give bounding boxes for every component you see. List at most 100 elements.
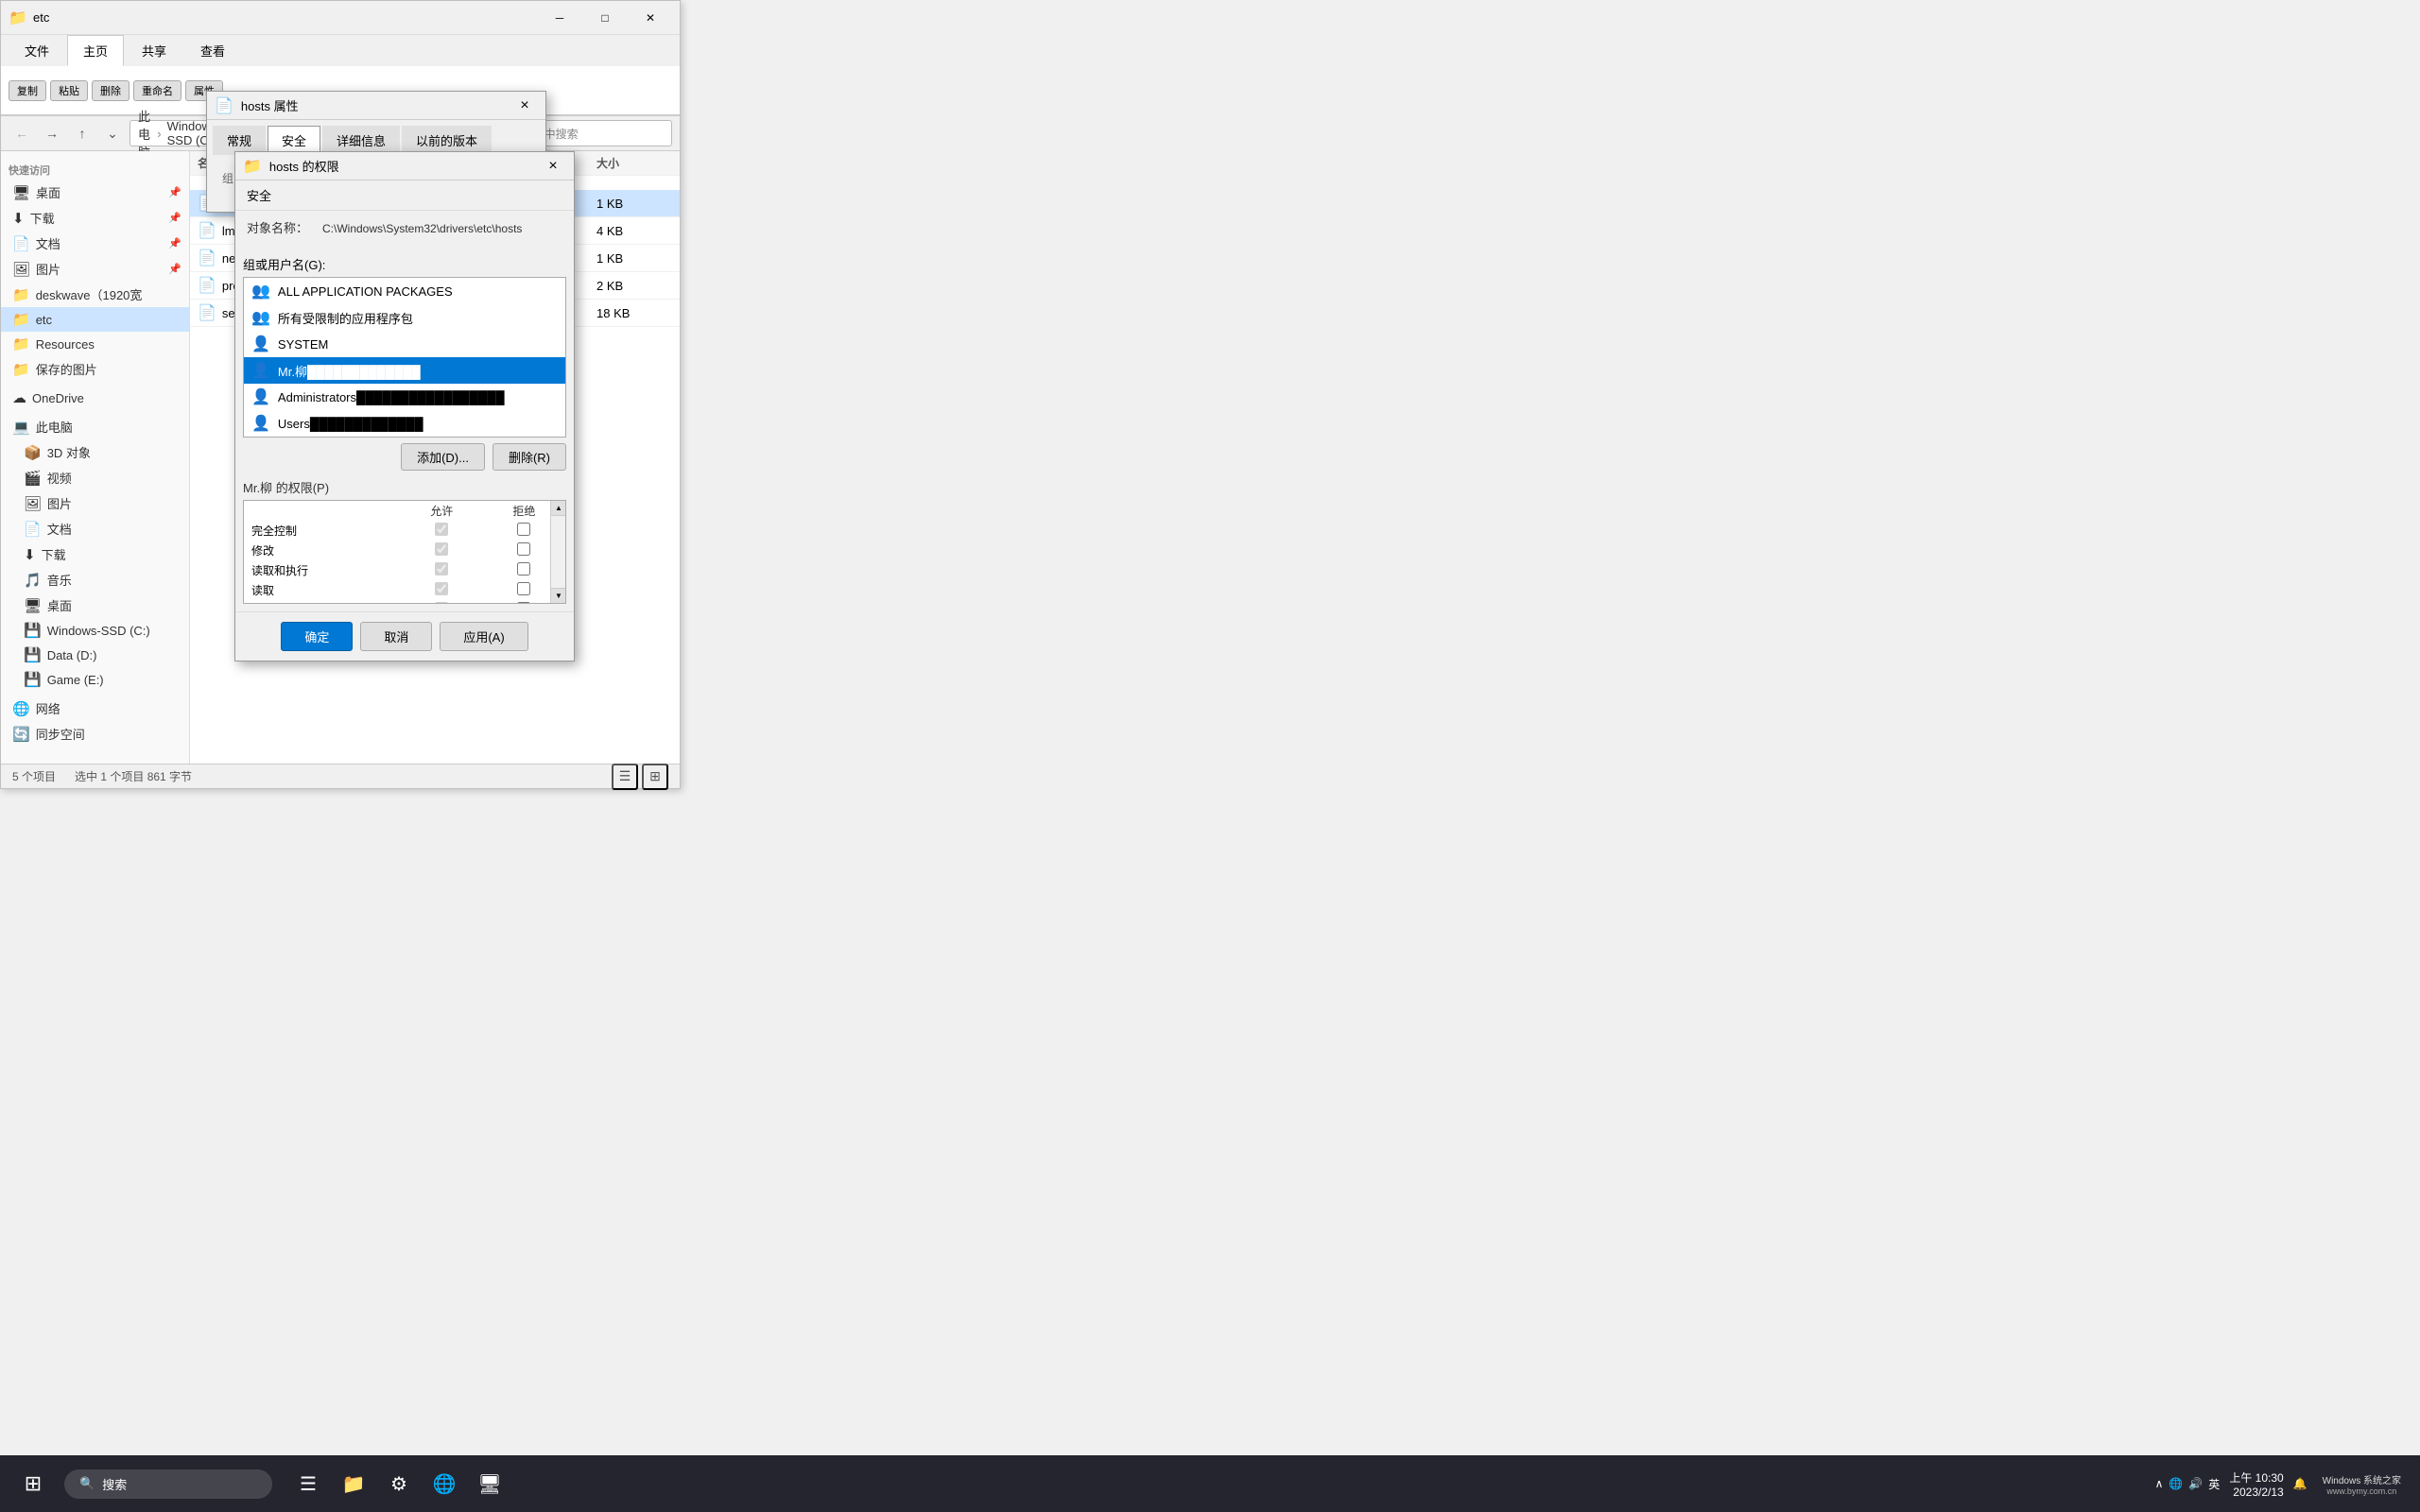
sidebar-item-deskwave-label: deskwave（1920宽 <box>36 285 143 303</box>
ribbon-delete-btn[interactable]: 删除 <box>92 80 130 101</box>
hosts-props-close-btn[interactable]: × <box>511 94 538 117</box>
system-tray: ∧ 🌐 🔊 英 <box>2155 1476 2221 1492</box>
hosts-props-title: hosts 属性 <box>241 96 504 114</box>
sidebar-item-downloads2[interactable]: ⬇ 下载 <box>1 541 189 567</box>
tab-share[interactable]: 共享 <box>126 35 182 66</box>
sidebar-item-c-drive-label: Windows-SSD (C:) <box>47 624 150 638</box>
start-button[interactable]: ⊞ <box>9 1460 57 1507</box>
sidebar-item-music[interactable]: 🎵 音乐 <box>1 567 189 593</box>
sidebar-item-onedrive[interactable]: ☁ OneDrive <box>1 386 189 410</box>
clock-date: 2023/2/13 <box>2233 1486 2283 1499</box>
etc-icon: 📁 <box>12 311 30 328</box>
sidebar-item-c-drive[interactable]: 💾 Windows-SSD (C:) <box>1 618 189 643</box>
recent-btn[interactable]: ⌄ <box>99 120 126 146</box>
sidebar-item-desktop[interactable]: 🖥 桌面 📌 <box>1 180 189 205</box>
perm-full-deny-checkbox[interactable] <box>517 523 530 536</box>
taskbar-search-box[interactable]: 🔍 搜索 <box>64 1469 272 1499</box>
tab-file[interactable]: 文件 <box>9 35 65 66</box>
details-view-btn[interactable]: ☰ <box>612 764 638 790</box>
perm-write-allow-checkbox[interactable] <box>435 602 448 604</box>
close-button[interactable]: ✕ <box>629 3 672 33</box>
col-size[interactable]: 大小 <box>596 155 672 171</box>
user-item-mr-liu[interactable]: 👤 Mr.柳█████████████ <box>244 357 565 384</box>
task-view-btn[interactable]: ☰ <box>287 1463 329 1504</box>
perm-write-name: 写入 <box>244 600 401 604</box>
perm-read-deny-checkbox[interactable] <box>517 582 530 595</box>
user-item-all-app-packages[interactable]: 👥 ALL APPLICATION PACKAGES <box>244 278 565 304</box>
user-item-users[interactable]: 👤 Users█████████████ <box>244 410 565 437</box>
users-label: Users█████████████ <box>278 417 424 431</box>
perms-scroll-down-btn[interactable]: ▼ <box>551 588 566 603</box>
tab-home[interactable]: 主页 <box>67 35 124 66</box>
user-item-system[interactable]: 👤 SYSTEM <box>244 331 565 357</box>
sidebar-item-video[interactable]: 🎬 视频 <box>1 465 189 490</box>
file-explorer-btn[interactable]: 📁 <box>333 1463 374 1504</box>
sidebar-item-deskwave[interactable]: 📁 deskwave（1920宽 <box>1 282 189 307</box>
notification-btn[interactable]: 🔔 <box>2293 1477 2308 1490</box>
sidebar-item-resources[interactable]: 📁 Resources <box>1 332 189 356</box>
settings-btn[interactable]: ⚙ <box>378 1463 420 1504</box>
apply-button[interactable]: 应用(A) <box>440 622 527 651</box>
hosts-props-icon: 📄 <box>215 96 233 115</box>
hosts-perms-close-btn[interactable]: × <box>540 155 566 178</box>
onedrive-icon: ☁ <box>12 389 26 406</box>
title-bar-controls: ─ □ ✕ <box>538 3 672 33</box>
saved-pics-icon: 📁 <box>12 361 30 378</box>
sidebar-item-docs2[interactable]: 📄 文档 <box>1 516 189 541</box>
perm-write-deny-checkbox[interactable] <box>517 602 530 604</box>
sidebar-item-docs2-label: 文档 <box>47 520 72 538</box>
cancel-button[interactable]: 取消 <box>360 622 432 651</box>
sidebar-item-saved-pics[interactable]: 📁 保存的图片 <box>1 356 189 382</box>
tray-up-arrow[interactable]: ∧ <box>2155 1477 2164 1490</box>
lmhosts-size: 4 KB <box>596 224 672 238</box>
ribbon-rename-btn[interactable]: 重命名 <box>133 80 182 101</box>
sidebar-item-3d[interactable]: 📦 3D 对象 <box>1 439 189 465</box>
tab-view[interactable]: 查看 <box>184 35 241 66</box>
sidebar-item-pics2[interactable]: 🖼 图片 <box>1 490 189 516</box>
taskbar-clock[interactable]: 上午 10:30 2023/2/13 <box>2229 1469 2283 1499</box>
terminal-btn[interactable]: 🖥 <box>469 1463 510 1504</box>
sidebar-item-this-pc[interactable]: 💻 此电脑 <box>1 414 189 439</box>
networks-icon: 📄 <box>198 249 216 267</box>
sidebar-item-downloads[interactable]: ⬇ 下载 📌 <box>1 205 189 231</box>
perm-full-allow-checkbox[interactable] <box>435 523 448 536</box>
taskbar-icon-area: ☰ 📁 ⚙ 🌐 🖥 <box>287 1463 510 1504</box>
pin-icon-pictures: 📌 <box>168 263 182 275</box>
minimize-button[interactable]: ─ <box>538 3 581 33</box>
edge-btn[interactable]: 🌐 <box>424 1463 465 1504</box>
sidebar-item-d-drive[interactable]: 💾 Data (D:) <box>1 643 189 667</box>
ribbon-copy-btn[interactable]: 复制 <box>9 80 46 101</box>
forward-button[interactable]: → <box>39 120 65 146</box>
perms-scroll-up-btn[interactable]: ▲ <box>551 501 566 516</box>
sidebar-item-sync[interactable]: 🔄 同步空间 <box>1 721 189 747</box>
remove-button[interactable]: 删除(R) <box>493 443 566 471</box>
sidebar-item-documents[interactable]: 📄 文档 📌 <box>1 231 189 256</box>
icons-view-btn[interactable]: ⊞ <box>642 764 668 790</box>
perm-read-allow-checkbox[interactable] <box>435 582 448 595</box>
back-button[interactable]: ← <box>9 120 35 146</box>
sidebar-item-pics2-label: 图片 <box>47 494 72 512</box>
ok-button[interactable]: 确定 <box>281 622 353 651</box>
status-right-icons: ☰ ⊞ <box>612 764 668 790</box>
perm-modify-deny-checkbox[interactable] <box>517 542 530 556</box>
add-button[interactable]: 添加(D)... <box>401 443 485 471</box>
sidebar-item-this-pc-label: 此电脑 <box>36 418 73 436</box>
sidebar-item-pictures[interactable]: 🖼 图片 📌 <box>1 256 189 282</box>
maximize-button[interactable]: □ <box>583 3 627 33</box>
sidebar-item-desktop2[interactable]: 🖥 桌面 <box>1 593 189 618</box>
ribbon-paste-btn[interactable]: 粘贴 <box>50 80 88 101</box>
sidebar-item-network[interactable]: 🌐 网络 <box>1 696 189 721</box>
sidebar-item-e-drive[interactable]: 💾 Game (E:) <box>1 667 189 692</box>
pin-icon-downloads: 📌 <box>168 212 182 224</box>
tray-lang-icon[interactable]: 英 <box>2208 1476 2220 1492</box>
video-icon: 🎬 <box>24 470 42 487</box>
user-item-admins[interactable]: 👤 Administrators█████████████████ <box>244 384 565 410</box>
user-item-restricted[interactable]: 👥 所有受限制的应用程序包 <box>244 304 565 331</box>
clock-time: 上午 10:30 <box>2229 1469 2283 1486</box>
up-button[interactable]: ↑ <box>69 120 95 146</box>
sidebar-item-documents-label: 文档 <box>36 234 60 252</box>
perm-read-exec-deny-checkbox[interactable] <box>517 562 530 576</box>
sidebar-item-etc[interactable]: 📁 etc <box>1 307 189 332</box>
perm-modify-allow-checkbox[interactable] <box>435 542 448 556</box>
perm-read-exec-allow-checkbox[interactable] <box>435 562 448 576</box>
